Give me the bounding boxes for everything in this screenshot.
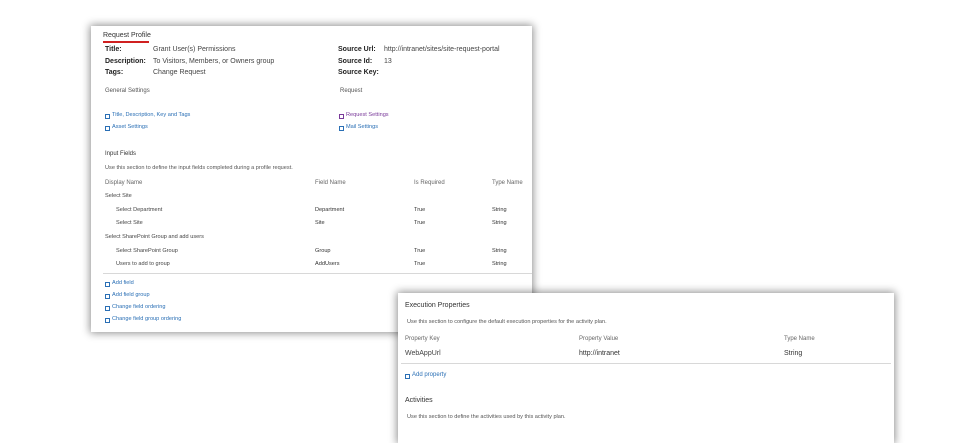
title-label: Title: bbox=[105, 46, 122, 53]
tags-label: Tags: bbox=[105, 69, 124, 76]
input-fields-description: Use this section to define the input fie… bbox=[105, 165, 293, 171]
execution-properties-description: Use this section to configure the defaul… bbox=[407, 319, 607, 325]
is-required-cell: True bbox=[414, 248, 426, 254]
title-value: Grant User(s) Permissions bbox=[153, 46, 236, 53]
bullet-icon bbox=[339, 114, 344, 119]
bullet-icon bbox=[105, 306, 110, 311]
field-group-row[interactable]: Select SharePoint Group and add users bbox=[105, 234, 204, 240]
link-label[interactable]: Request Settings bbox=[346, 112, 389, 118]
active-tab-indicator bbox=[103, 41, 149, 43]
column-header-is-required[interactable]: Is Required bbox=[414, 180, 445, 186]
type-name-cell: String bbox=[492, 261, 507, 267]
field-name-cell: Group bbox=[315, 248, 331, 254]
link-label[interactable]: Add field group bbox=[112, 292, 150, 298]
property-key-cell: WebAppUrl bbox=[405, 350, 441, 357]
is-required-cell: True bbox=[414, 207, 426, 213]
general-settings-heading: General Settings bbox=[105, 88, 150, 94]
activities-heading: Activities bbox=[405, 397, 433, 404]
activities-description: Use this section to define the activitie… bbox=[407, 414, 566, 420]
link-label[interactable]: Title, Description, Key and Tags bbox=[112, 112, 190, 118]
request-heading: Request bbox=[340, 88, 363, 94]
link-label[interactable]: Change field ordering bbox=[112, 304, 166, 310]
type-name-cell: String bbox=[784, 350, 803, 357]
type-name-cell: String bbox=[492, 248, 507, 254]
execution-properties-panel: Execution Properties Use this section to… bbox=[398, 293, 894, 443]
table-divider bbox=[401, 363, 891, 364]
display-name-cell: Select SharePoint Group bbox=[116, 248, 178, 254]
column-header-field-name[interactable]: Field Name bbox=[315, 180, 346, 186]
is-required-cell: True bbox=[414, 261, 426, 267]
display-name-cell: Select Site bbox=[116, 220, 143, 226]
bullet-icon bbox=[105, 318, 110, 323]
bullet-icon bbox=[339, 126, 344, 131]
source-id-value: 13 bbox=[384, 58, 392, 65]
table-divider bbox=[103, 273, 532, 274]
source-url-value: http://intranet/sites/site-request-porta… bbox=[384, 46, 500, 53]
field-name-cell: Department bbox=[315, 207, 345, 213]
link-label[interactable]: Add property bbox=[412, 372, 446, 378]
description-label: Description: bbox=[105, 58, 146, 65]
column-header-type-name[interactable]: Type Name bbox=[492, 180, 523, 186]
description-value: To Visitors, Members, or Owners group bbox=[153, 58, 275, 65]
tags-value: Change Request bbox=[153, 69, 206, 76]
link-label[interactable]: Mail Settings bbox=[346, 124, 378, 130]
source-id-label: Source Id: bbox=[338, 58, 373, 65]
bullet-icon bbox=[105, 126, 110, 131]
type-name-cell: String bbox=[492, 207, 507, 213]
execution-properties-heading: Execution Properties bbox=[405, 302, 470, 309]
column-header-property-key[interactable]: Property Key bbox=[405, 336, 440, 342]
type-name-cell: String bbox=[492, 220, 507, 226]
link-label[interactable]: Asset Settings bbox=[112, 124, 148, 130]
bullet-icon bbox=[105, 282, 110, 287]
display-name-cell: Select Department bbox=[116, 207, 163, 213]
property-value-cell: http://intranet bbox=[579, 350, 620, 357]
field-group-row[interactable]: Select Site bbox=[105, 193, 132, 199]
input-fields-heading: Input Fields bbox=[105, 151, 137, 157]
column-header-property-value[interactable]: Property Value bbox=[579, 336, 618, 342]
source-key-label: Source Key: bbox=[338, 69, 379, 76]
field-name-cell: Site bbox=[315, 220, 325, 226]
bullet-icon bbox=[405, 374, 410, 379]
link-label[interactable]: Add field bbox=[112, 280, 134, 286]
column-header-type-name[interactable]: Type Name bbox=[784, 336, 815, 342]
tab-request-profile[interactable]: Request Profile bbox=[103, 32, 151, 39]
column-header-display-name[interactable]: Display Name bbox=[105, 180, 142, 186]
link-label[interactable]: Change field group ordering bbox=[112, 316, 181, 322]
bullet-icon bbox=[105, 294, 110, 299]
field-name-cell: AddUsers bbox=[315, 261, 340, 267]
is-required-cell: True bbox=[414, 220, 426, 226]
bullet-icon bbox=[105, 114, 110, 119]
source-url-label: Source Url: bbox=[338, 46, 376, 53]
request-profile-panel: Request Profile Title: Grant User(s) Per… bbox=[91, 26, 532, 332]
display-name-cell: Users to add to group bbox=[116, 261, 170, 267]
